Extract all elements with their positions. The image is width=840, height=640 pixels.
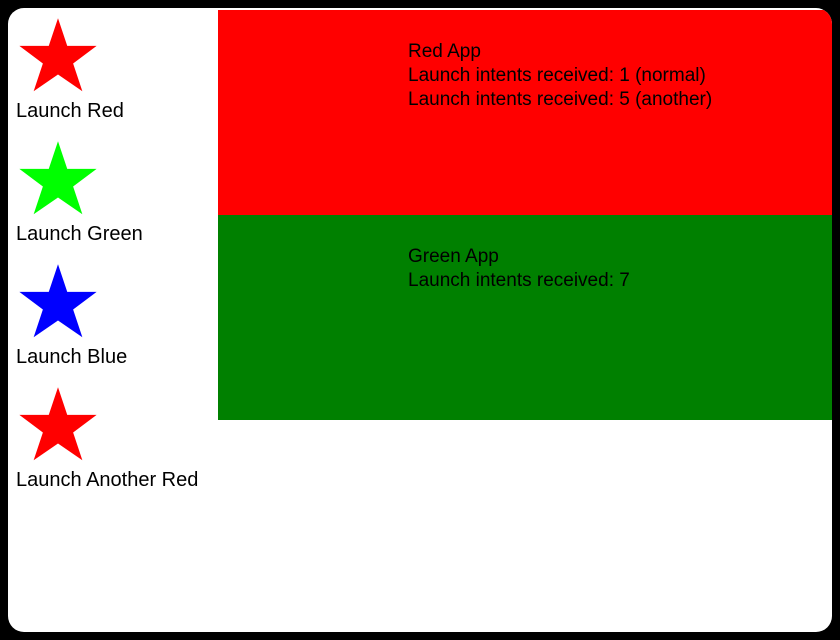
intent-count-normal: Launch intents received: 1 (normal) — [408, 64, 832, 88]
star-icon — [16, 383, 100, 467]
launcher-sidebar: Launch Red Launch Green Launch Blue Laun… — [8, 8, 218, 632]
launcher-label: Launch Blue — [16, 346, 127, 369]
intent-count: Launch intents received: 7 — [408, 269, 832, 293]
launch-blue-button[interactable]: Launch Blue — [16, 260, 218, 369]
launch-red-button[interactable]: Launch Red — [16, 14, 218, 123]
intent-count-another: Launch intents received: 5 (another) — [408, 88, 832, 112]
panel-title: Red App — [408, 40, 832, 64]
app-frame: Launch Red Launch Green Launch Blue Laun… — [8, 8, 832, 632]
launcher-label: Launch Green — [16, 223, 143, 246]
star-icon — [16, 137, 100, 221]
launcher-label: Launch Red — [16, 100, 124, 123]
green-app-panel: Green App Launch intents received: 7 — [218, 215, 832, 420]
star-icon — [16, 260, 100, 344]
launch-another-red-button[interactable]: Launch Another Red — [16, 383, 218, 492]
launch-green-button[interactable]: Launch Green — [16, 137, 218, 246]
red-app-panel: Red App Launch intents received: 1 (norm… — [218, 10, 832, 215]
panel-title: Green App — [408, 245, 832, 269]
launcher-label: Launch Another Red — [16, 469, 198, 492]
star-icon — [16, 14, 100, 98]
